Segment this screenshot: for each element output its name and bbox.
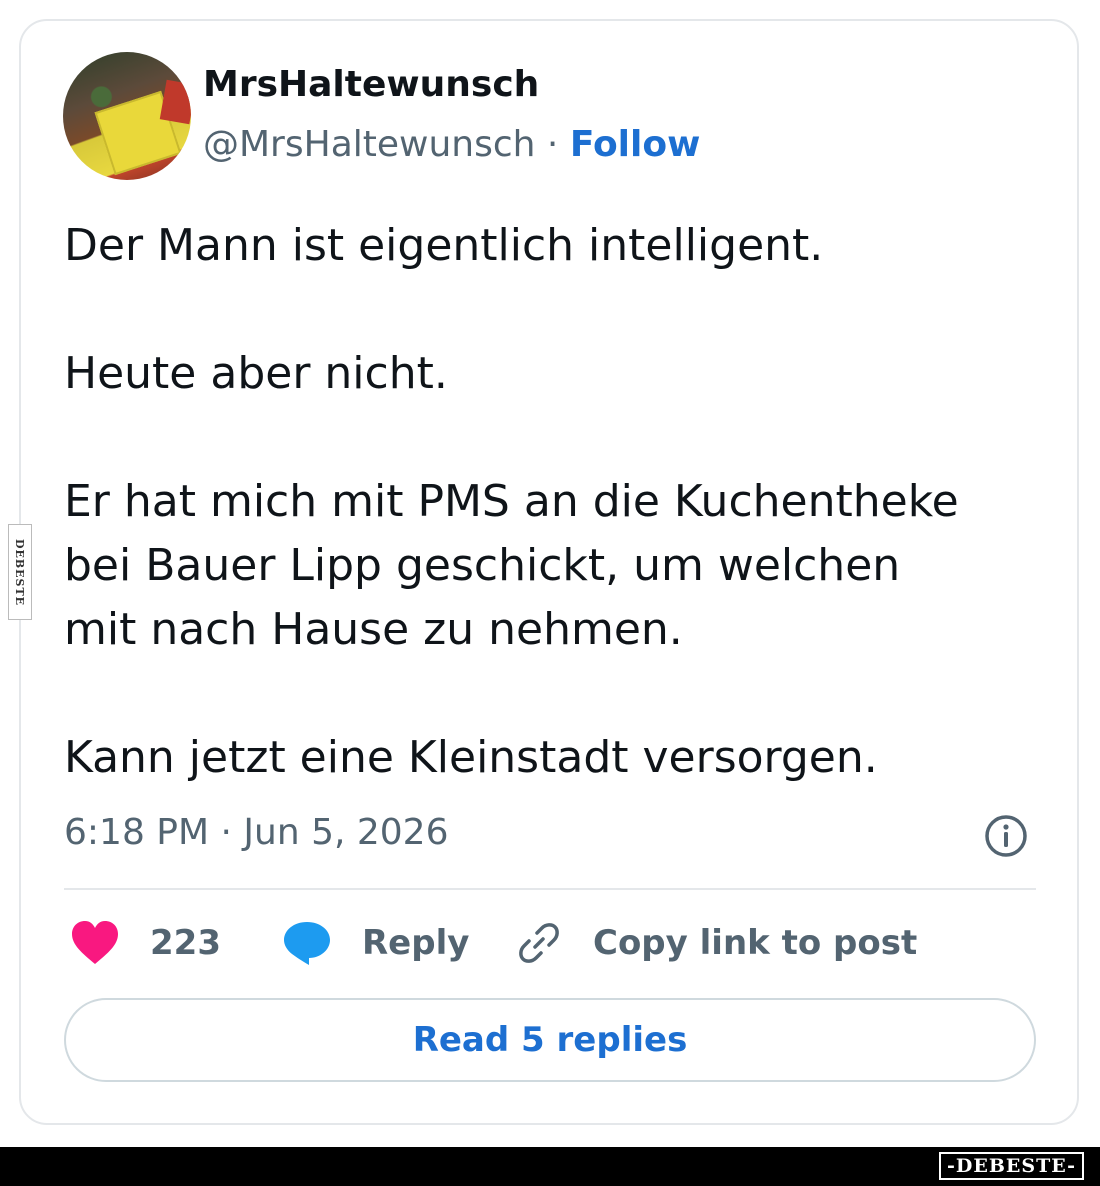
link-icon [519, 923, 559, 963]
separator: · [535, 124, 570, 165]
like-button[interactable]: 223 [70, 915, 221, 971]
side-watermark: DEBESTE [8, 524, 32, 620]
follow-button[interactable]: Follow [570, 124, 701, 165]
avatar[interactable] [63, 52, 191, 180]
copy-link-label: Copy link to post [593, 923, 918, 963]
like-count: 223 [150, 923, 221, 963]
timestamp[interactable]: 6:18 PM · Jun 5, 2026 [64, 812, 449, 853]
copy-link-button[interactable]: Copy link to post [515, 915, 917, 971]
info-icon[interactable] [983, 813, 1029, 859]
reply-bubble-icon [284, 922, 330, 965]
handle-row: @MrsHaltewunsch · Follow [203, 124, 700, 165]
reply-label: Reply [362, 923, 470, 963]
tweet-text: Der Mann ist eigentlich intelligent. Heu… [64, 220, 959, 783]
divider [64, 888, 1036, 890]
bottom-watermark-bar: -DEBESTE- [0, 1147, 1100, 1186]
read-replies-button[interactable]: Read 5 replies [64, 998, 1036, 1082]
display-name[interactable]: MrsHaltewunsch [203, 64, 539, 105]
side-watermark-text: DEBESTE [13, 538, 27, 606]
avatar-accent-shape [159, 79, 191, 125]
brand-logo: -DEBESTE- [939, 1152, 1084, 1180]
reply-button[interactable]: Reply [282, 915, 469, 971]
heart-icon [72, 921, 118, 964]
handle[interactable]: @MrsHaltewunsch [203, 124, 535, 165]
